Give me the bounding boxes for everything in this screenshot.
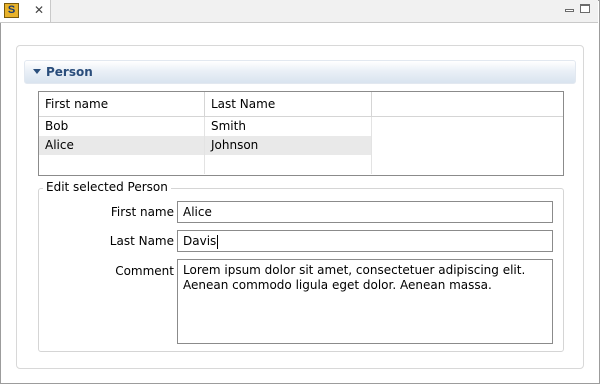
first-name-label: First name [110,205,174,219]
app-icon: S [4,3,19,18]
table-cell-first-name: Bob [39,117,205,136]
table-row-empty [39,155,372,174]
first-name-value: Alice [183,205,212,219]
table-cell-first-name: Alice [39,136,205,155]
column-header-first-name[interactable]: First name [39,92,205,116]
section-title: Person [46,65,93,79]
minimize-button[interactable] [565,9,574,12]
maximize-button[interactable] [580,4,590,13]
close-icon[interactable]: ✕ [33,4,45,16]
person-table[interactable]: First name Last Name Bob Smith Alice Joh… [38,91,564,176]
editor-tab[interactable]: S ✕ [0,0,51,22]
table-row-selected[interactable]: Alice Johnson [39,136,372,155]
chevron-down-icon[interactable] [33,69,41,74]
last-name-value: Davis [183,234,217,248]
table-cell-empty [39,155,205,174]
comment-field[interactable]: Lorem ipsum dolor sit amet, consectetuer… [177,259,553,344]
table-row[interactable]: Bob Smith [39,117,372,136]
last-name-field[interactable]: Davis [177,230,553,252]
first-name-field[interactable]: Alice [177,201,553,223]
table-cell-last-name: Johnson [205,136,372,155]
column-header-filler [372,92,563,116]
table-cell-last-name: Smith [205,117,372,136]
tab-bar: S ✕ [0,0,598,23]
column-header-last-name[interactable]: Last Name [205,92,372,116]
edit-person-legend: Edit selected Person [43,180,171,195]
comment-label: Comment [115,264,174,278]
last-name-label: Last Name [109,234,174,248]
table-header: First name Last Name [39,92,563,117]
text-cursor [217,234,219,249]
section-header[interactable]: Person [24,60,576,84]
table-cell-empty [205,155,372,174]
